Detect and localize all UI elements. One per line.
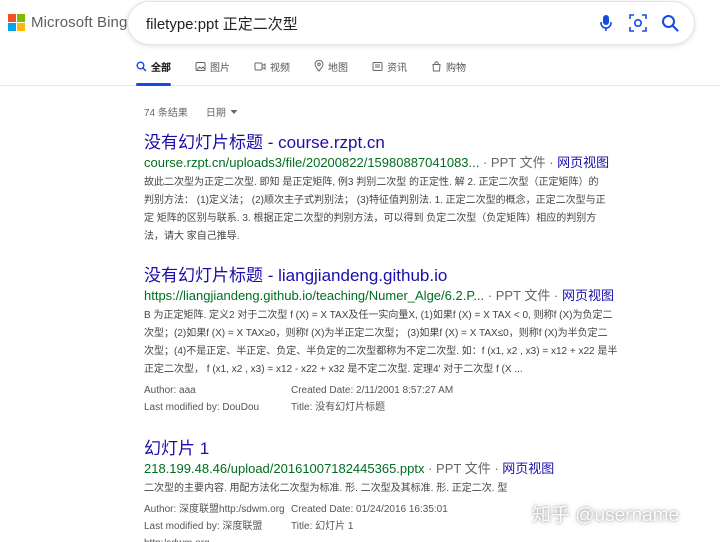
snippet-line: 故此二次型为正定二次型. 即知 是正定矩阵, 例3 判别二次型 的正定性. 解 … xyxy=(144,177,599,188)
tab-label: 地图 xyxy=(328,62,348,74)
search-box xyxy=(128,2,694,44)
zhihu-watermark: 知乎 @username xyxy=(532,505,680,526)
result-url-line: 218.199.48.46/upload/20161007182445365.p… xyxy=(144,460,684,478)
map-pin-icon xyxy=(314,60,324,72)
snippet-line: 次型；(2)如果f (X) = X TAX≥0，则称f (X)为半正定二次型； … xyxy=(144,328,608,339)
result-filetype: · PPT 文件 · xyxy=(479,155,558,170)
tab-label: 图片 xyxy=(210,62,230,74)
result-snippet: 二次型的主要内容. 用配方法化二次型为标准. 形. 二次型及其标准. 形. 正定… xyxy=(144,480,684,498)
tab-all[interactable]: 全部 xyxy=(136,58,171,86)
top-bar: Microsoft Bing 全部 图片 视频 地图 xyxy=(0,0,720,86)
video-icon xyxy=(254,62,266,70)
brand-name: Microsoft Bing xyxy=(31,14,128,31)
tab-news[interactable]: 资讯 xyxy=(372,58,407,74)
bing-logo[interactable]: Microsoft Bing xyxy=(8,14,127,31)
result-doc-meta: Author: aaa Created Date: 2/11/2001 8:57… xyxy=(144,382,684,416)
tab-shopping[interactable]: 购物 xyxy=(431,58,466,74)
search-tabs: 全部 图片 视频 地图 资讯 购物 xyxy=(136,58,466,86)
doc-created-date: Created Date: 2/11/2001 8:57:27 AM xyxy=(291,385,454,396)
result-url[interactable]: 218.199.48.46/upload/20161007182445365.p… xyxy=(144,461,425,476)
result-url-line: https://liangjiandeng.github.io/teaching… xyxy=(144,287,684,305)
webpage-view-link[interactable]: 网页视图 xyxy=(502,461,554,476)
search-result: 没有幻灯片标题 - course.rzpt.cn course.rzpt.cn/… xyxy=(144,132,684,246)
doc-last-modified: Last modified by: 深度联盟http:/sdwm.org xyxy=(144,521,263,542)
visual-search-icon[interactable] xyxy=(628,13,648,33)
microsoft-logo-icon xyxy=(8,14,25,31)
tab-label: 资讯 xyxy=(387,62,407,74)
image-icon xyxy=(195,61,206,71)
search-icon xyxy=(136,61,147,72)
result-title-link[interactable]: 没有幻灯片标题 - liangjiandeng.github.io xyxy=(144,265,684,287)
doc-last-modified: Last modified by: DouDou xyxy=(144,402,260,413)
results-meta: 74 条结果 日期 xyxy=(144,104,238,119)
tab-maps[interactable]: 地图 xyxy=(314,58,348,74)
snippet-line: 二次型的主要内容. 用配方法化二次型为标准. 形. 二次型及其标准. 形. 正定… xyxy=(144,483,508,494)
shopping-icon xyxy=(432,60,441,71)
snippet-line: 正定二次型， f (x1, x2 , x3) = x12 - x22 + x32… xyxy=(144,364,523,375)
snippet-line: B 为正定矩阵. 定义2 对于二次型 f (X) = X TAX及任一实向量X,… xyxy=(144,310,613,321)
news-icon xyxy=(372,61,383,71)
result-snippet: B 为正定矩阵. 定义2 对于二次型 f (X) = X TAX及任一实向量X,… xyxy=(144,307,684,379)
webpage-view-link[interactable]: 网页视图 xyxy=(562,288,614,303)
result-filetype: · PPT 文件 · xyxy=(484,288,562,303)
tab-videos[interactable]: 视频 xyxy=(254,58,290,74)
doc-title: Title: 没有幻灯片标题 xyxy=(291,402,386,413)
snippet-line: 法，请大 家自己推导. xyxy=(144,231,240,242)
snippet-line: 判别方法： (1)定义法； (2)顺次主子式判别法； (3)特征值判别法. 1.… xyxy=(144,195,606,206)
result-title-link[interactable]: 没有幻灯片标题 - course.rzpt.cn xyxy=(144,132,684,154)
webpage-view-link[interactable]: 网页视图 xyxy=(557,155,609,170)
doc-author: Author: aaa xyxy=(144,385,196,396)
tab-label: 购物 xyxy=(446,62,466,74)
caret-down-icon xyxy=(230,109,238,114)
tab-label: 视频 xyxy=(270,62,290,74)
snippet-line: 次型；(4)不是正定、半正定、负定、半负定的二次型都称为不定二次型. 如：f (… xyxy=(144,346,618,357)
microphone-icon[interactable] xyxy=(596,13,616,33)
tab-images[interactable]: 图片 xyxy=(195,58,230,74)
result-filetype: · PPT 文件 · xyxy=(424,461,503,476)
date-filter-label: 日期 xyxy=(205,108,226,119)
result-url-line: course.rzpt.cn/uploads3/file/20200822/15… xyxy=(144,154,684,172)
search-result: 没有幻灯片标题 - liangjiandeng.github.io https:… xyxy=(144,265,684,416)
doc-author: Author: 深度联盟http:/sdwm.org xyxy=(144,504,285,515)
result-snippet: 故此二次型为正定二次型. 即知 是正定矩阵, 例3 判别二次型 的正定性. 解 … xyxy=(144,174,684,246)
result-url[interactable]: course.rzpt.cn/uploads3/file/20200822/15… xyxy=(144,155,479,170)
result-url[interactable]: https://liangjiandeng.github.io/teaching… xyxy=(144,288,484,303)
snippet-line: 定 矩阵的区别与联系. 3. 根据正定二次型的判别方法，可以得到 负定二次型（负… xyxy=(144,213,597,224)
search-input[interactable] xyxy=(146,12,586,34)
tab-label: 全部 xyxy=(151,62,171,74)
result-title-link[interactable]: 幻灯片 1 xyxy=(144,438,684,460)
search-icon[interactable] xyxy=(660,13,680,33)
date-filter-dropdown[interactable]: 日期 xyxy=(206,104,238,119)
results-count: 74 条结果 xyxy=(144,108,188,119)
